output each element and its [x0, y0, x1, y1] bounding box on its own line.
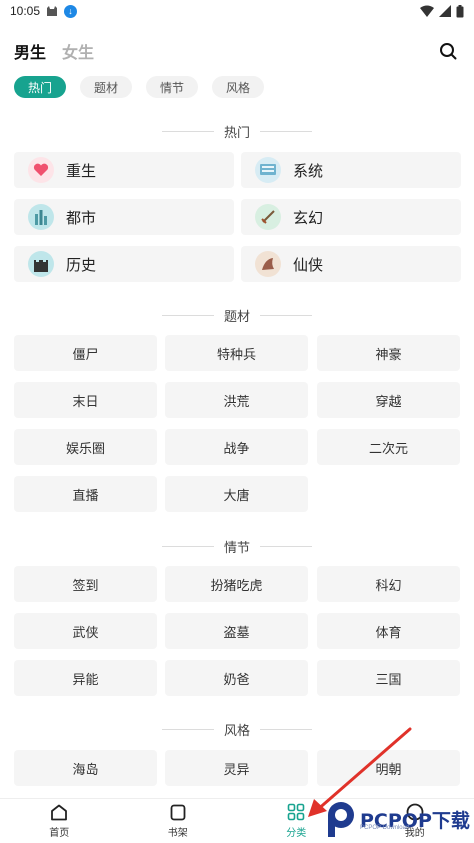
divider	[161, 314, 214, 316]
tag-theme[interactable]: 战争	[165, 429, 308, 465]
hot-item-rebirth[interactable]: 重生	[14, 152, 234, 188]
nav-home[interactable]: 首页	[0, 799, 119, 843]
cat-notification-icon	[47, 6, 58, 16]
wifi-icon	[420, 5, 434, 17]
status-right	[420, 4, 464, 18]
hot-item-label: 都市	[66, 209, 97, 227]
tag-theme[interactable]: 末日	[14, 382, 157, 418]
status-bar: 10:05 ↓	[0, 0, 474, 22]
section-title-style: 风格	[0, 719, 474, 739]
nav-label: 分类	[286, 828, 307, 839]
chip-theme[interactable]: 题材	[80, 76, 133, 98]
divider	[260, 314, 312, 316]
tag-theme[interactable]: 直播	[14, 476, 157, 512]
watermark-sub: PCPOP Download	[360, 825, 410, 831]
hot-item-label: 系统	[293, 162, 324, 180]
tag-plot[interactable]: 异能	[14, 660, 157, 696]
tag-theme[interactable]: 二次元	[317, 429, 460, 465]
tag-theme[interactable]: 僵尸	[14, 335, 157, 371]
tag-theme[interactable]: 洪荒	[165, 382, 308, 418]
city-icon	[28, 204, 54, 230]
bookshelf-icon	[170, 804, 186, 820]
tag-theme[interactable]: 神豪	[317, 335, 460, 371]
category-content[interactable]: 热门 重生 系统 都市 玄幻 历史 仙侠 题材 僵尸 特种兵 神豪 末日 洪荒 …	[0, 110, 474, 798]
book-icon	[255, 157, 281, 183]
home-icon	[51, 804, 68, 820]
divider	[260, 728, 312, 730]
section-title-hot: 热门	[0, 121, 474, 141]
tag-style[interactable]: 明朝	[317, 750, 460, 786]
chip-hot[interactable]: 热门	[14, 76, 67, 98]
chip-plot[interactable]: 情节	[146, 76, 199, 98]
tag-style[interactable]: 灵异	[165, 750, 308, 786]
hot-item-label: 重生	[66, 162, 97, 180]
section-title-plot: 情节	[0, 536, 474, 556]
hot-item-city[interactable]: 都市	[14, 199, 234, 235]
divider	[161, 130, 214, 132]
hot-item-immortal[interactable]: 仙侠	[241, 246, 461, 282]
status-time: 10:05	[10, 4, 41, 18]
nav-label: 首页	[49, 827, 70, 839]
heart-icon	[28, 157, 54, 183]
tag-theme[interactable]: 大唐	[165, 476, 308, 512]
hot-item-system[interactable]: 系统	[241, 152, 461, 188]
divider	[161, 545, 214, 547]
section-label: 热门	[223, 124, 250, 140]
tag-plot[interactable]: 三国	[317, 660, 460, 696]
search-icon	[440, 43, 457, 60]
tag-theme[interactable]: 穿越	[317, 382, 460, 418]
watermark: PCPOP下载 PCPOP Download	[326, 796, 474, 842]
tag-plot[interactable]: 扮猪吃虎	[165, 566, 308, 602]
download-icon: ↓	[64, 4, 78, 18]
divider	[260, 545, 312, 547]
category-icon	[287, 803, 305, 821]
status-left: 10:05 ↓	[10, 4, 78, 18]
nav-label: 书架	[167, 827, 188, 839]
section-title-theme: 题材	[0, 305, 474, 325]
tag-plot[interactable]: 盗墓	[165, 613, 308, 649]
pcpop-logo-icon	[328, 802, 354, 837]
immortal-icon	[255, 251, 281, 277]
hot-item-label: 玄幻	[293, 209, 324, 227]
divider	[260, 130, 312, 132]
sword-icon	[255, 204, 281, 230]
tab-female[interactable]: 女生	[62, 39, 94, 63]
section-label: 风格	[223, 722, 250, 738]
hot-item-fantasy[interactable]: 玄幻	[241, 199, 461, 235]
section-label: 题材	[223, 308, 250, 324]
castle-icon	[28, 251, 54, 277]
signal-icon	[439, 5, 451, 17]
tag-plot[interactable]: 科幻	[317, 566, 460, 602]
tag-plot[interactable]: 签到	[14, 566, 157, 602]
section-label: 情节	[223, 539, 250, 555]
tag-plot[interactable]: 武侠	[14, 613, 157, 649]
tag-plot[interactable]: 体育	[317, 613, 460, 649]
category-chip-row: 热门 题材 情节 风格	[14, 76, 265, 98]
battery-icon	[456, 4, 464, 17]
hot-item-label: 仙侠	[293, 256, 324, 274]
header: 男生 女生	[0, 36, 474, 66]
tag-theme[interactable]: 娱乐圈	[14, 429, 157, 465]
hot-item-history[interactable]: 历史	[14, 246, 234, 282]
tag-theme[interactable]: 特种兵	[165, 335, 308, 371]
hot-item-label: 历史	[66, 256, 97, 274]
tab-male[interactable]: 男生	[14, 39, 46, 63]
chip-style[interactable]: 风格	[212, 76, 265, 98]
tag-plot[interactable]: 奶爸	[165, 660, 308, 696]
nav-bookshelf[interactable]: 书架	[119, 799, 238, 843]
search-button[interactable]	[436, 39, 460, 63]
divider	[161, 728, 214, 730]
tag-style[interactable]: 海岛	[14, 750, 157, 786]
